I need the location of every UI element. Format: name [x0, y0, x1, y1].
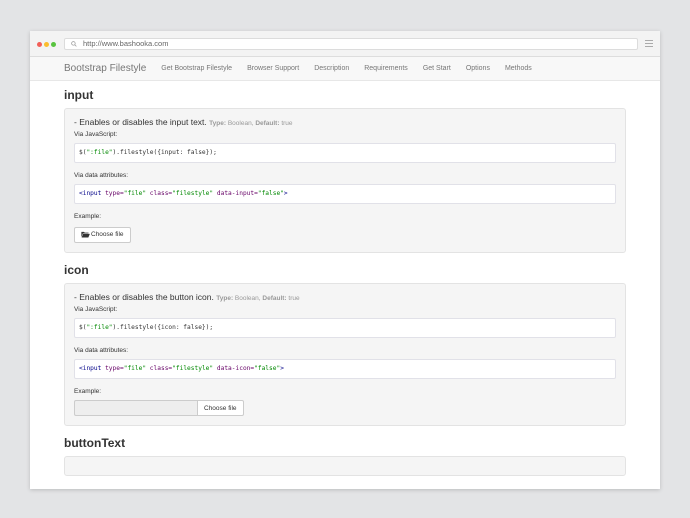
section-title-icon: icon: [64, 263, 89, 277]
data-attributes-code-block: <input type="file" class="filestyle" dat…: [74, 359, 616, 379]
option-description: - Enables or disables the input text. Ty…: [74, 117, 293, 127]
close-window-button[interactable]: [37, 42, 42, 47]
minimize-window-button[interactable]: [44, 42, 49, 47]
via-javascript-label: Via JavaScript:: [74, 131, 118, 138]
section-title-input: input: [64, 88, 94, 102]
option-panel-input: - Enables or disables the input text. Ty…: [64, 108, 626, 253]
nav-item-get-bootstrap-filestyle[interactable]: Get Bootstrap Filestyle: [161, 65, 232, 72]
nav-item-browser-support[interactable]: Browser Support: [247, 65, 299, 72]
nav-item-get-start[interactable]: Get Start: [423, 65, 451, 72]
choose-file-button[interactable]: Choose file: [197, 400, 244, 416]
example-label: Example:: [74, 388, 102, 395]
example-label: Example:: [74, 213, 102, 220]
browser-window: http://www.bashooka.com Bootstrap Filest…: [30, 31, 660, 489]
nav-item-requirements[interactable]: Requirements: [364, 65, 408, 72]
folder-open-icon: [81, 231, 90, 238]
top-navbar: Bootstrap Filestyle Get Bootstrap Filest…: [30, 57, 660, 81]
via-data-attributes-label: Via data attributes:: [74, 347, 129, 354]
javascript-code-block: $(":file").filestyle({icon: false});: [74, 318, 616, 338]
choose-file-button[interactable]: Choose file: [74, 226, 131, 243]
maximize-window-button[interactable]: [51, 42, 56, 47]
hamburger-menu-icon[interactable]: [645, 40, 653, 47]
file-name-input[interactable]: [74, 400, 197, 416]
nav-item-options[interactable]: Options: [466, 65, 490, 72]
option-panel-icon: - Enables or disables the button icon. T…: [64, 283, 626, 426]
section-title-buttontext: buttonText: [64, 436, 126, 450]
option-panel-buttontext: [64, 456, 626, 476]
address-url: http://www.bashooka.com: [83, 39, 169, 48]
nav-item-methods[interactable]: Methods: [505, 65, 532, 72]
nav-item-description[interactable]: Description: [314, 65, 349, 72]
browser-chrome: http://www.bashooka.com: [30, 31, 660, 57]
file-input-group: Choose file: [74, 400, 616, 416]
via-javascript-label: Via JavaScript:: [74, 306, 118, 313]
data-attributes-code-block: <input type="file" class="filestyle" dat…: [74, 184, 616, 204]
address-bar[interactable]: http://www.bashooka.com: [64, 38, 638, 50]
javascript-code-block: $(":file").filestyle({input: false});: [74, 143, 616, 163]
search-icon: [71, 41, 77, 47]
option-description: - Enables or disables the button icon. T…: [74, 292, 300, 302]
via-data-attributes-label: Via data attributes:: [74, 172, 129, 179]
main-content: input - Enables or disables the input te…: [30, 87, 660, 476]
navbar-brand[interactable]: Bootstrap Filestyle: [64, 63, 146, 74]
